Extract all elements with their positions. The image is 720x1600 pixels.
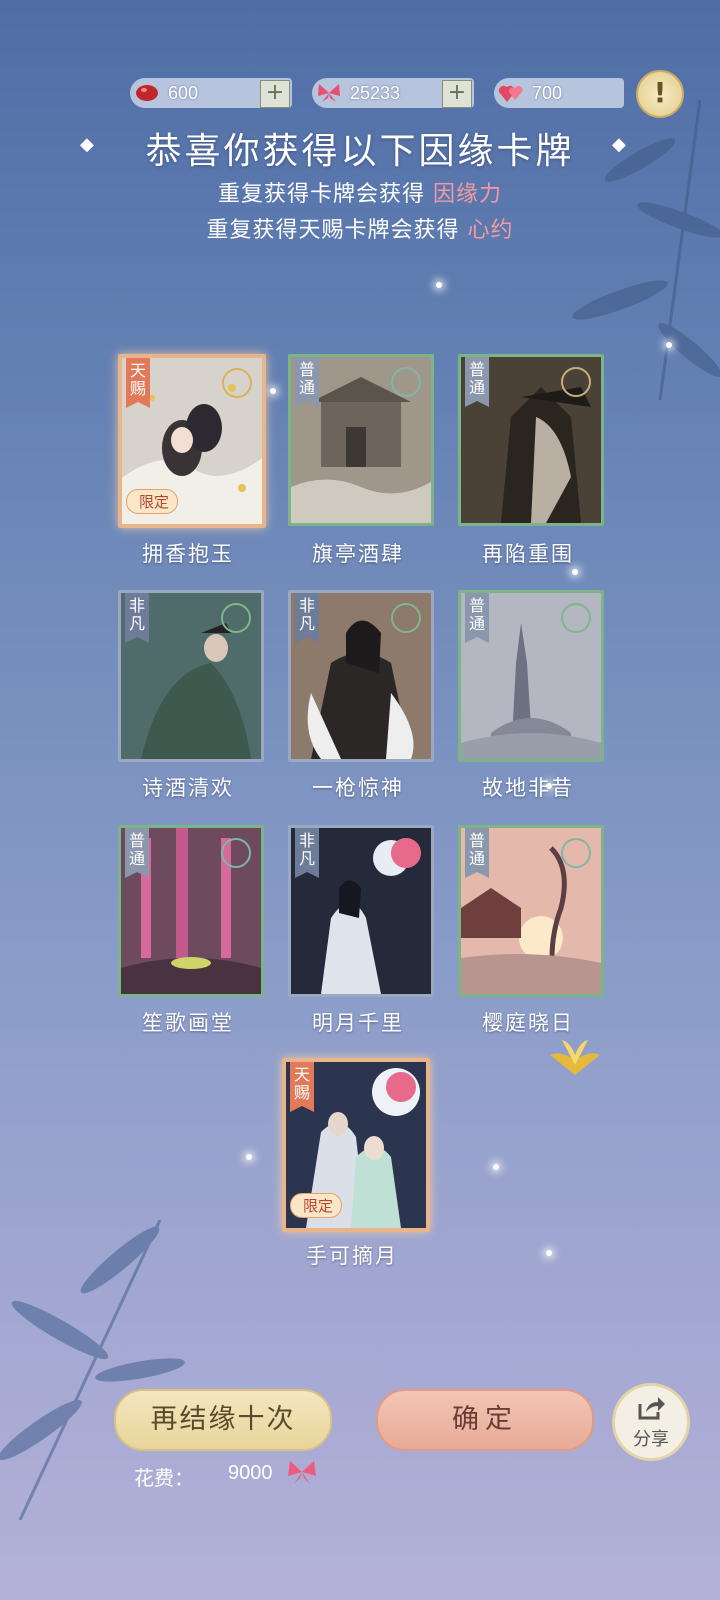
- cost-value: 9000: [228, 1462, 273, 1484]
- rarity-tag: 普通: [465, 828, 489, 878]
- red-bean-count: 600: [168, 82, 199, 103]
- share-button[interactable]: 分享: [612, 1383, 690, 1461]
- card-item[interactable]: 普通: [458, 825, 604, 997]
- subtitle-repeat-tianci: 重复获得天赐卡牌会获得 心约: [206, 218, 514, 243]
- rarity-tag: 普通: [465, 593, 489, 643]
- card-name: 一枪惊神: [312, 776, 404, 800]
- card-name: 笙歌画堂: [142, 1011, 234, 1035]
- card-name: 故地非昔: [482, 776, 574, 800]
- rarity-tag: 普通: [125, 828, 149, 878]
- butterfly-icon: [288, 1461, 316, 1484]
- page-title: 恭喜你获得以下因缘卡牌: [145, 131, 575, 172]
- sparkle: [246, 1154, 252, 1160]
- sparkle: [493, 1164, 499, 1170]
- plum-blossom-icon: [386, 1072, 416, 1102]
- emblem-icon: [561, 838, 591, 868]
- add-red-bean-button[interactable]: +: [260, 80, 290, 108]
- card-item[interactable]: 普通: [118, 825, 264, 997]
- share-label: 分享: [633, 1429, 669, 1450]
- card-name: 旗亭酒肆: [312, 542, 404, 566]
- limited-badge: 限定: [290, 1193, 343, 1218]
- plum-blossom-icon: [391, 838, 421, 868]
- limited-badge: 限定: [126, 489, 179, 514]
- card-item[interactable]: 天赐 限定: [282, 1058, 430, 1232]
- card-name: 拥香抱玉: [142, 542, 234, 566]
- emblem-icon: [391, 367, 421, 397]
- sparkle: [666, 342, 672, 348]
- emblem-icon: [391, 603, 421, 633]
- emblem-icon: [221, 838, 251, 868]
- red-bean-icon: [130, 79, 164, 107]
- sparkle: [270, 388, 276, 394]
- currency-butterfly: 25233 +: [312, 78, 474, 108]
- emblem-icon: [222, 368, 252, 398]
- card-name: 明月千里: [312, 1011, 404, 1035]
- currency-red-bean: 600 +: [130, 78, 292, 108]
- emblem-icon: [561, 367, 591, 397]
- confirm-button[interactable]: 确定: [376, 1389, 594, 1451]
- draw-ten-again-button[interactable]: 再结缘十次: [114, 1389, 332, 1451]
- emblem-icon: [561, 603, 591, 633]
- golden-lotus-icon: [550, 1040, 600, 1075]
- butterfly-count: 25233: [350, 82, 401, 103]
- card-name: 手可摘月: [306, 1244, 398, 1268]
- subtitle-repeat-card: 重复获得卡牌会获得 因缘力: [217, 182, 502, 207]
- card-item[interactable]: 非凡: [288, 590, 434, 762]
- add-butterfly-button[interactable]: +: [442, 80, 472, 108]
- rarity-tag: 天赐: [290, 1062, 314, 1112]
- share-icon: [638, 1397, 665, 1420]
- card-item[interactable]: 非凡: [118, 590, 264, 762]
- currency-heart: 700: [494, 78, 624, 108]
- card-item[interactable]: 非凡: [288, 825, 434, 997]
- cost-label: 花费：: [134, 1468, 194, 1490]
- sparkle: [572, 569, 578, 575]
- card-item[interactable]: 天赐 限定: [118, 354, 266, 528]
- heart-count: 700: [532, 82, 563, 103]
- card-name: 诗酒清欢: [142, 776, 234, 800]
- double-heart-icon: [494, 79, 528, 107]
- card-item[interactable]: 普通: [458, 590, 604, 762]
- rarity-tag: 非凡: [125, 593, 149, 643]
- rarity-tag: 普通: [465, 357, 489, 407]
- butterfly-icon: [312, 79, 346, 107]
- emblem-icon: [221, 603, 251, 633]
- rarity-tag: 天赐: [126, 358, 150, 408]
- card-item[interactable]: 普通: [288, 354, 434, 526]
- notice-button[interactable]: !: [636, 70, 684, 118]
- rarity-tag: 非凡: [295, 828, 319, 878]
- rarity-tag: 非凡: [295, 593, 319, 643]
- card-item[interactable]: 普通: [458, 354, 604, 526]
- rarity-tag: 普通: [295, 357, 319, 407]
- sparkle: [546, 1250, 552, 1256]
- card-name: 再陷重围: [482, 542, 574, 566]
- sparkle: [436, 282, 442, 288]
